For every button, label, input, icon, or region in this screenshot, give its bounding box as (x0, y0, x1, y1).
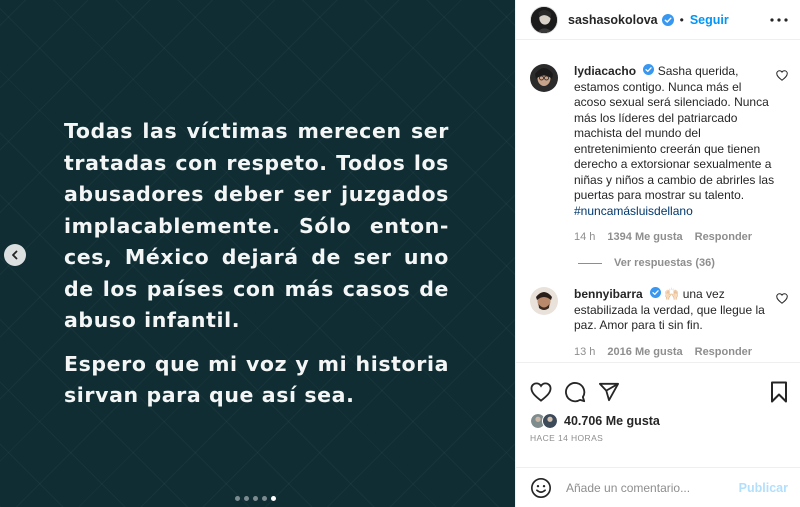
save-button[interactable] (770, 381, 788, 403)
carousel-dot (244, 496, 249, 501)
avatar-image (530, 64, 558, 92)
post-actions-area: 40.706 Me gusta HACE 14 HORAS Publicar (516, 362, 800, 507)
comments-list: lydiacacho Sasha querida, estamos contig… (516, 40, 800, 362)
post-timestamp[interactable]: HACE 14 HORAS (516, 433, 800, 443)
comment-likes[interactable]: 2016 Me gusta (607, 346, 682, 358)
verified-icon (661, 13, 674, 26)
heart-icon (776, 293, 788, 304)
comment-meta: 14 h 1394 Me gusta Responder (574, 231, 776, 243)
view-replies-label: Ver respuestas (36) (614, 257, 715, 269)
commenter-username[interactable]: bennyibarra (574, 287, 643, 301)
author-avatar[interactable] (530, 5, 558, 34)
heart-icon (530, 382, 552, 402)
post-media: Todas las víctimas merecen ser tratadas … (0, 0, 515, 507)
replies-divider (578, 262, 602, 264)
carousel-dot-active (271, 496, 276, 501)
comment-time[interactable]: 13 h (574, 346, 595, 358)
comment-time[interactable]: 14 h (574, 231, 595, 243)
more-icon (770, 17, 788, 22)
media-text: Todas las víctimas merecen ser tratadas … (64, 116, 449, 412)
comment-icon (565, 382, 586, 403)
emoji-icon (531, 477, 551, 498)
comment-item: lydiacacho Sasha querida, estamos contig… (530, 64, 788, 243)
author-username[interactable]: sashasokolova (568, 13, 658, 27)
carousel-dot (262, 496, 267, 501)
reply-button[interactable]: Responder (695, 231, 752, 243)
carousel-dot (253, 496, 258, 501)
carousel-indicator (235, 496, 276, 501)
comment-emoji: 🙌🏻 (664, 287, 680, 301)
reply-button[interactable]: Responder (695, 346, 752, 358)
likes-summary: 40.706 Me gusta (516, 413, 800, 429)
view-replies-button[interactable]: Ver respuestas (36) (578, 257, 788, 269)
header-separator: • (679, 12, 684, 27)
share-icon (599, 382, 619, 402)
liker-avatar (542, 413, 558, 429)
post-viewer: Todas las víctimas merecen ser tratadas … (0, 0, 800, 507)
comment-like-button[interactable] (776, 291, 788, 309)
verified-icon (643, 64, 655, 75)
action-bar (516, 363, 800, 409)
commenter-avatar[interactable] (530, 287, 558, 315)
verified-icon (650, 287, 662, 298)
comment-meta: 13 h 2016 Me gusta Responder (574, 346, 776, 358)
post-header: sashasokolova • Seguir (516, 0, 800, 40)
follow-button[interactable]: Seguir (690, 13, 729, 27)
commenter-avatar[interactable] (530, 64, 558, 92)
bookmark-icon (771, 381, 787, 403)
comment-likes[interactable]: 1394 Me gusta (607, 231, 682, 243)
comment-input[interactable] (566, 480, 739, 495)
more-options-button[interactable] (770, 17, 788, 22)
post-likes-count[interactable]: 40.706 Me gusta (564, 414, 660, 428)
comment-item: bennyibarra 🙌🏻 una vez estabilizada la v… (530, 287, 788, 358)
comment-hashtag-link[interactable]: #nuncamásluisdellano (574, 204, 693, 218)
media-paragraph: Espero que mi voz y mi historia sirvan p… (64, 351, 449, 408)
emoji-picker-button[interactable] (530, 477, 552, 499)
share-button[interactable] (598, 382, 620, 402)
publish-button[interactable]: Publicar (739, 481, 788, 495)
comment-composer: Publicar (516, 467, 800, 507)
avatar-image (530, 287, 558, 315)
comment-like-button[interactable] (776, 68, 788, 86)
post-side-panel: sashasokolova • Seguir lydiacacho Sasha … (515, 0, 800, 507)
comment-text: Sasha querida, estamos contigo. Nunca má… (574, 64, 775, 202)
carousel-dot (235, 496, 240, 501)
avatar-image (531, 6, 557, 33)
previous-slide-button[interactable] (4, 244, 26, 266)
commenter-username[interactable]: lydiacacho (574, 64, 636, 78)
media-paragraph: Todas las víctimas merecen ser tratadas … (64, 119, 449, 332)
heart-icon (776, 70, 788, 81)
comment-button[interactable] (564, 381, 586, 403)
like-button[interactable] (530, 382, 552, 402)
chevron-left-icon (12, 250, 18, 260)
